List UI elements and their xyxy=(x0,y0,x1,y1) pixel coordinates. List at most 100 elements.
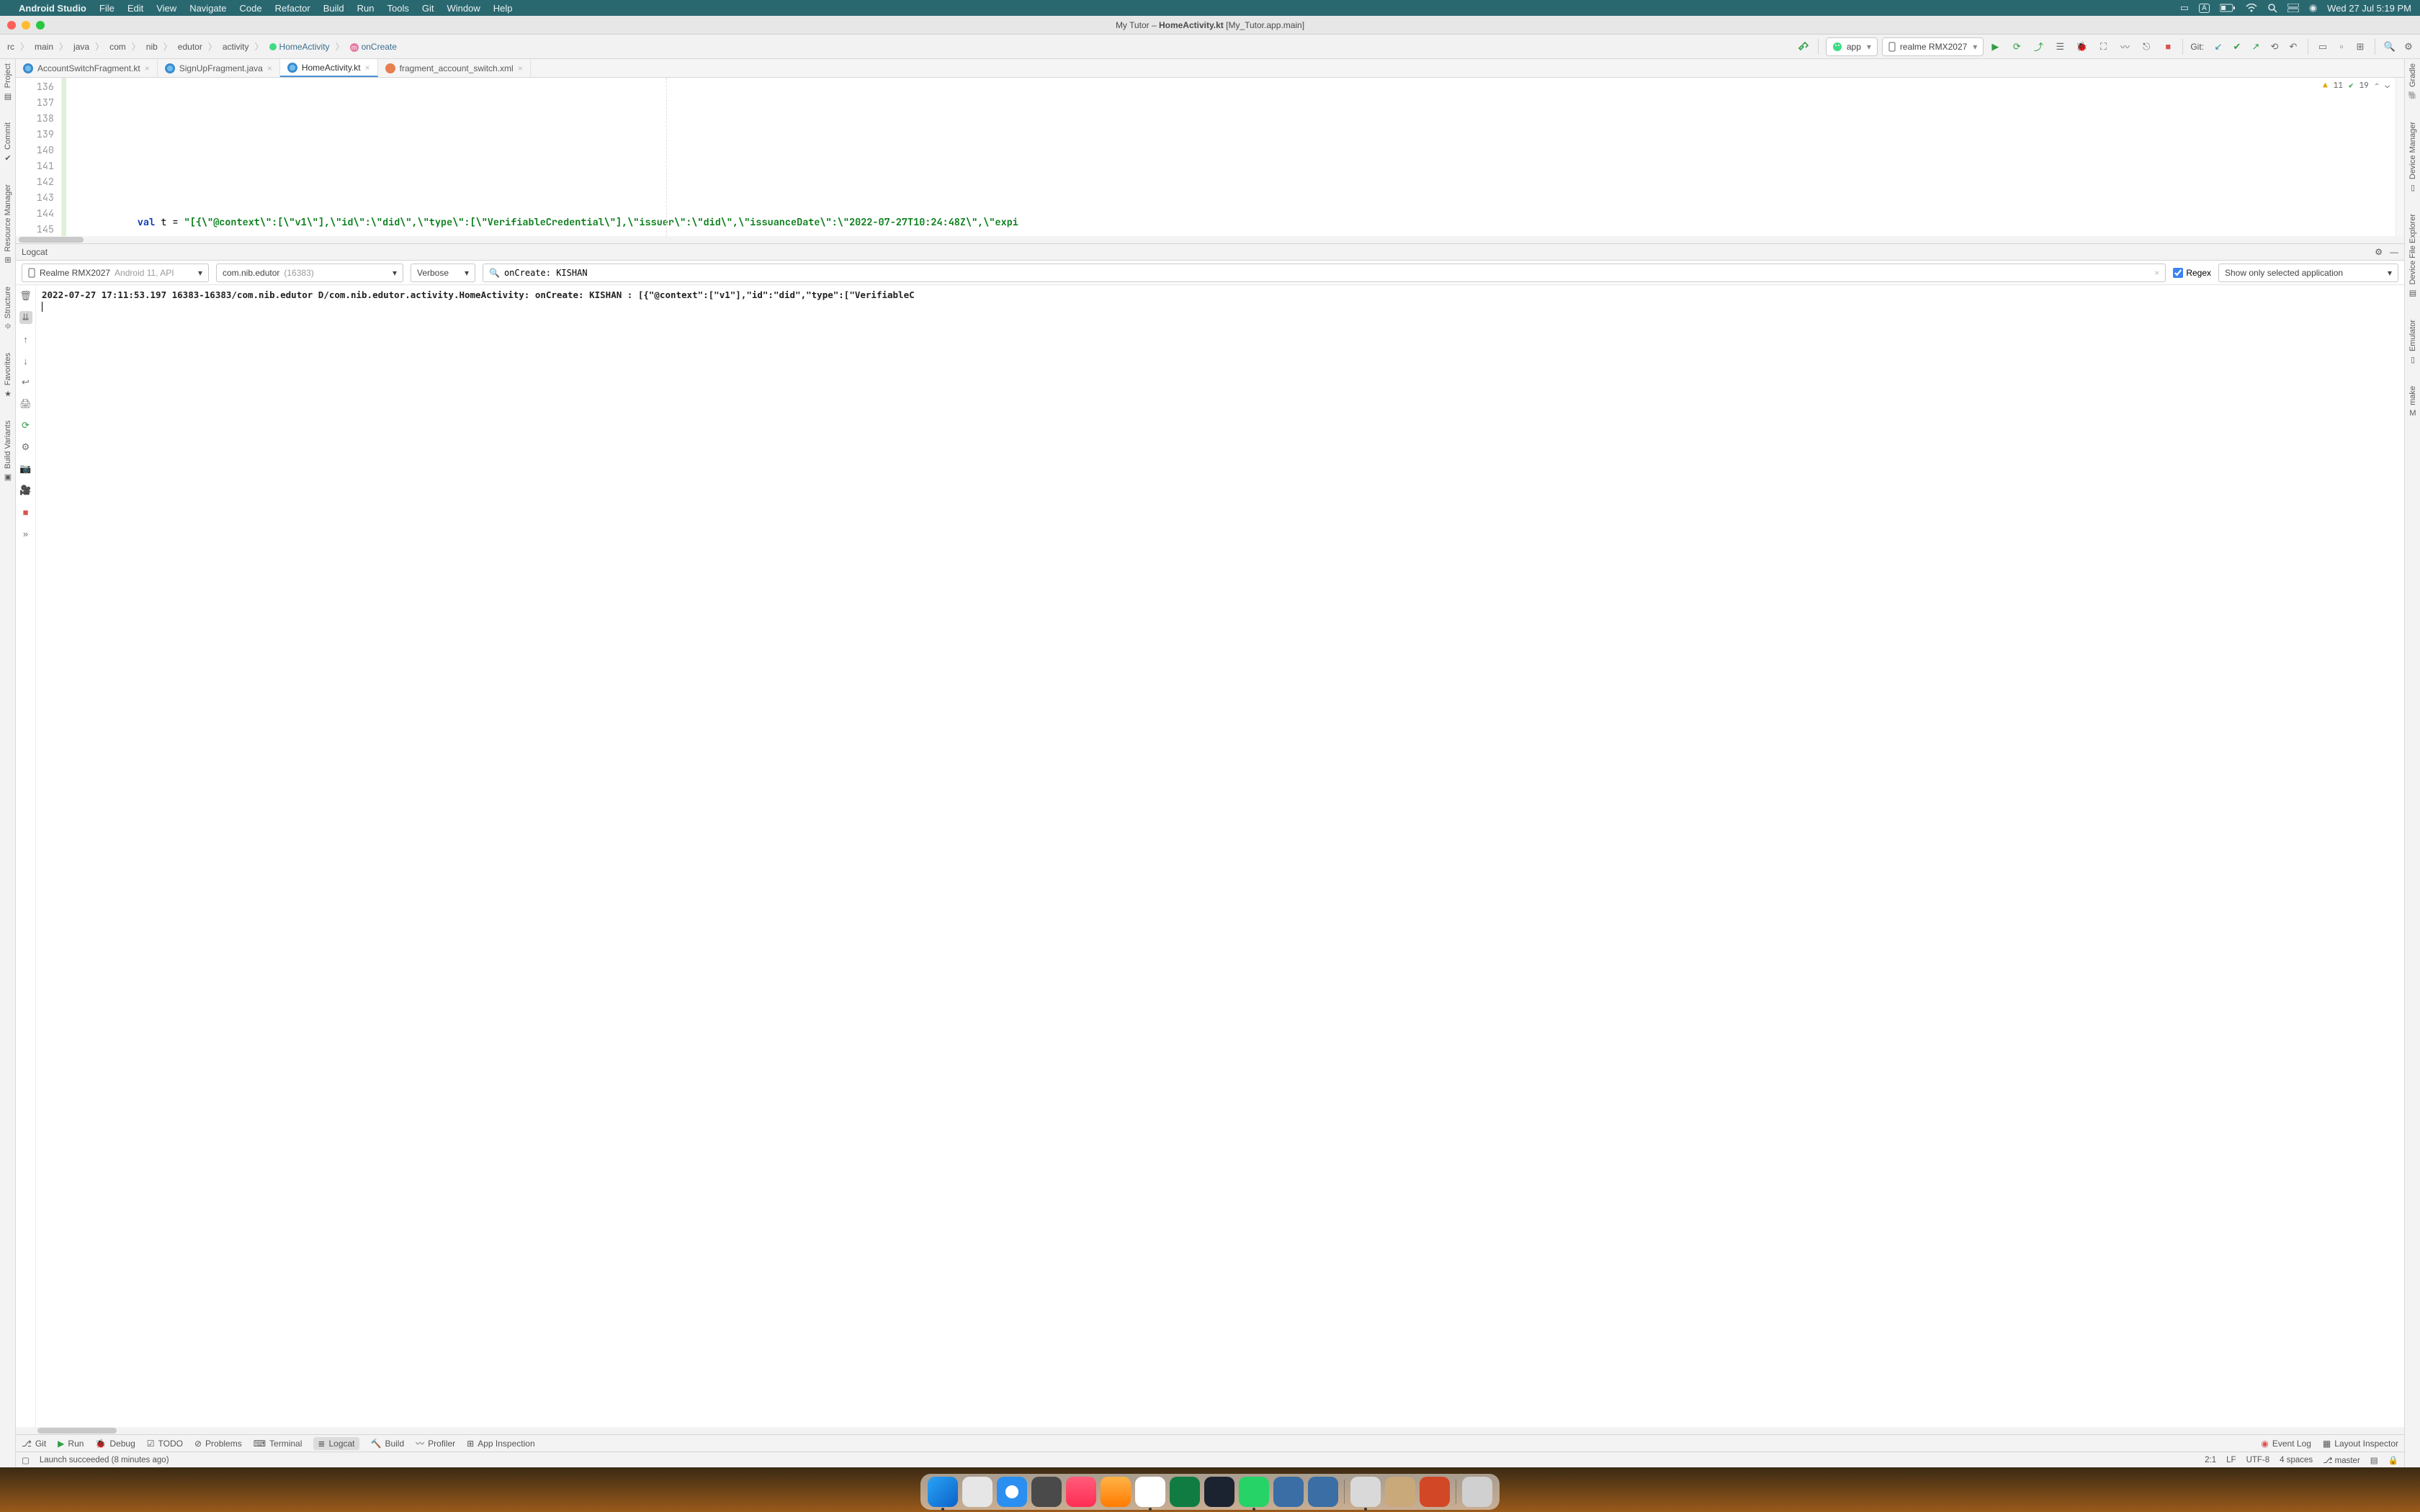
crumb[interactable]: activity xyxy=(220,40,252,53)
dock-app-icon[interactable] xyxy=(1308,1477,1338,1507)
bt-logcat[interactable]: ≣Logcat xyxy=(313,1437,359,1450)
status-encoding[interactable]: UTF-8 xyxy=(2246,1456,2270,1464)
crumb[interactable]: main xyxy=(32,40,56,53)
close-tab-icon[interactable]: × xyxy=(518,63,523,73)
search-everywhere-icon[interactable]: 🔍 xyxy=(2383,40,2397,54)
inspection-summary[interactable]: ▲11 ✔19 ⌃ ⌄ xyxy=(2323,81,2390,91)
dock-whatsapp-icon[interactable] xyxy=(1239,1477,1269,1507)
settings-icon[interactable]: ⚙ xyxy=(2401,40,2416,54)
down-stack-icon[interactable]: ↓ xyxy=(19,354,32,367)
rail-resource-manager[interactable]: ⊞Resource Manager xyxy=(3,184,13,265)
coverage-icon[interactable]: ⛶ xyxy=(2096,40,2110,54)
crumb-class[interactable]: HomeActivity xyxy=(266,40,333,53)
bt-build[interactable]: 🔨Build xyxy=(371,1439,405,1449)
status-line-sep[interactable]: LF xyxy=(2226,1456,2236,1464)
menu-navigate[interactable]: Navigate xyxy=(189,3,226,14)
logcat-process-dropdown[interactable]: com.nib.edutor (16383) ▾ xyxy=(216,264,403,282)
logcat-h-scrollbar[interactable] xyxy=(16,1427,2404,1434)
avd-manager-icon[interactable]: ▭ xyxy=(2316,40,2330,54)
terminate-icon[interactable]: ■ xyxy=(19,505,32,518)
bug-icon[interactable]: 🐞 xyxy=(2074,40,2089,54)
input-source-icon[interactable]: A xyxy=(2199,4,2210,13)
restart-icon[interactable]: ⟳ xyxy=(19,419,32,432)
close-tab-icon[interactable]: × xyxy=(145,63,150,73)
dock-finder-icon[interactable] xyxy=(928,1477,958,1507)
dock-trash-icon[interactable] xyxy=(1462,1477,1492,1507)
crumb[interactable]: nib xyxy=(143,40,161,53)
bt-run[interactable]: ▶Run xyxy=(58,1439,84,1449)
git-revert-icon[interactable]: ↶ xyxy=(2286,40,2300,54)
up-arrow-icon[interactable]: ⌃ xyxy=(2375,81,2380,91)
rail-make[interactable]: Mmake xyxy=(2408,386,2418,418)
crumb[interactable]: java xyxy=(71,40,92,53)
screen-record-icon[interactable]: 🎥 xyxy=(19,484,32,497)
more-icon[interactable]: » xyxy=(19,527,32,540)
bt-todo[interactable]: ☑TODO xyxy=(147,1439,183,1449)
sdk-manager-icon[interactable]: ▫ xyxy=(2334,40,2349,54)
attach-debugger-icon[interactable]: ⎋ xyxy=(2139,40,2154,54)
bt-layout-inspector[interactable]: ▦Layout Inspector xyxy=(2323,1439,2398,1449)
status-lock-icon[interactable]: 🔒 xyxy=(2388,1455,2398,1465)
panel-settings-icon[interactable]: ⚙ xyxy=(2375,247,2383,257)
dock-preview-icon[interactable] xyxy=(1350,1477,1381,1507)
code-editor[interactable]: 136 137 138 139 140 141 142 143 144 145 … xyxy=(16,78,2404,236)
editor-error-stripe[interactable] xyxy=(2396,78,2404,236)
bt-event-log[interactable]: ◉Event Log xyxy=(2261,1439,2311,1449)
device-dropdown[interactable]: realme RMX2027▾ xyxy=(1882,37,1984,56)
menu-refactor[interactable]: Refactor xyxy=(275,3,310,14)
menu-build[interactable]: Build xyxy=(323,3,344,14)
resource-manager-icon[interactable]: ⊞ xyxy=(2353,40,2367,54)
git-commit-icon[interactable]: ✔ xyxy=(2230,40,2244,54)
editor-tab[interactable]: HomeActivity.kt× xyxy=(280,59,378,77)
code-area[interactable]: ▲11 ✔19 ⌃ ⌄ val t = "[{\"@context\":[\"v… xyxy=(86,78,2404,236)
dock-excel-icon[interactable] xyxy=(1170,1477,1200,1507)
status-tool-window-icon[interactable]: ▢ xyxy=(22,1455,30,1465)
menu-run[interactable]: Run xyxy=(357,3,375,14)
run-config-dropdown[interactable]: app▾ xyxy=(1826,37,1878,56)
status-git-branch[interactable]: ⎇ master xyxy=(2323,1455,2360,1465)
close-tab-icon[interactable]: × xyxy=(267,63,272,73)
bt-terminal[interactable]: ⌨Terminal xyxy=(254,1439,302,1449)
dock-xcode-icon[interactable] xyxy=(1273,1477,1304,1507)
battery-icon[interactable] xyxy=(2220,4,2236,12)
dock-launchpad-icon[interactable] xyxy=(962,1477,992,1507)
menu-git[interactable]: Git xyxy=(422,3,434,14)
menu-tools[interactable]: Tools xyxy=(387,3,409,14)
clear-search-icon[interactable]: × xyxy=(2154,268,2159,278)
menu-edit[interactable]: Edit xyxy=(127,3,143,14)
logcat-device-dropdown[interactable]: Realme RMX2027 Android 11, API ▾ xyxy=(22,264,209,282)
rail-structure[interactable]: ፨Structure xyxy=(3,287,13,332)
regex-checkbox-input[interactable] xyxy=(2173,268,2183,278)
print-icon[interactable]: 🖨 xyxy=(19,397,32,410)
spotlight-icon[interactable] xyxy=(2267,3,2277,13)
git-pull-icon[interactable]: ↙ xyxy=(2211,40,2226,54)
logcat-search-input[interactable]: 🔍 × xyxy=(483,264,2166,282)
control-center-icon[interactable] xyxy=(2287,4,2299,12)
status-indent[interactable]: 4 spaces xyxy=(2280,1456,2313,1464)
close-tab-icon[interactable]: × xyxy=(365,63,370,73)
git-push-icon[interactable]: ↗ xyxy=(2249,40,2263,54)
wifi-icon[interactable] xyxy=(2246,4,2257,12)
dock-contacts-icon[interactable] xyxy=(1385,1477,1415,1507)
debug-icon[interactable]: ☰ xyxy=(2053,40,2067,54)
rail-device-file-explorer[interactable]: ▤Device File Explorer xyxy=(2408,214,2418,297)
editor-tab[interactable]: fragment_account_switch.xml× xyxy=(378,59,531,77)
git-history-icon[interactable]: ⟲ xyxy=(2267,40,2282,54)
regex-checkbox[interactable]: Regex xyxy=(2173,268,2211,278)
menu-window[interactable]: Window xyxy=(447,3,480,14)
rail-favorites[interactable]: ★Favorites xyxy=(3,353,13,398)
logcat-settings-icon[interactable]: ⚙ xyxy=(19,441,32,454)
bt-profiler[interactable]: 〰Profiler xyxy=(416,1437,455,1449)
down-arrow-icon[interactable]: ⌄ xyxy=(2385,81,2390,91)
crumb[interactable]: edutor xyxy=(175,40,205,53)
siri-icon[interactable]: ◉ xyxy=(2309,2,2317,14)
menu-view[interactable]: View xyxy=(156,3,176,14)
up-stack-icon[interactable]: ↑ xyxy=(19,333,32,346)
hammer-build-icon[interactable] xyxy=(1796,40,1811,54)
dock-safari-icon[interactable] xyxy=(997,1477,1027,1507)
bt-git[interactable]: ⎇Git xyxy=(22,1439,46,1449)
tray-icon[interactable]: ▭ xyxy=(2180,2,2189,14)
dock-powerpoint-icon[interactable] xyxy=(1420,1477,1450,1507)
crumb[interactable]: com xyxy=(107,40,129,53)
panel-minimize-icon[interactable]: — xyxy=(2390,247,2398,257)
